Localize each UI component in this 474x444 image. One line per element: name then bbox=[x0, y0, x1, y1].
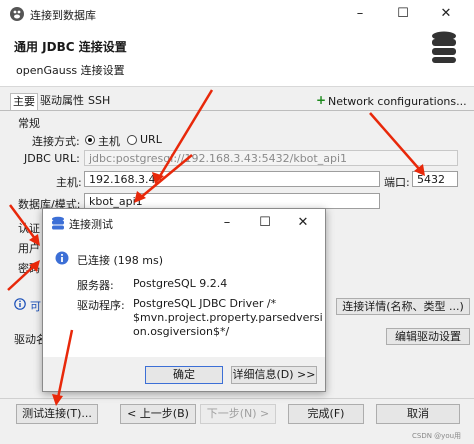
arrow-to-test-button bbox=[52, 329, 74, 406]
arrow-to-password bbox=[7, 260, 40, 291]
arrow-to-host bbox=[152, 89, 214, 184]
arrow-to-database bbox=[134, 154, 193, 203]
arrow-to-user bbox=[8, 204, 40, 246]
arrow-to-port bbox=[369, 112, 425, 176]
annotation-arrows bbox=[7, 89, 425, 406]
